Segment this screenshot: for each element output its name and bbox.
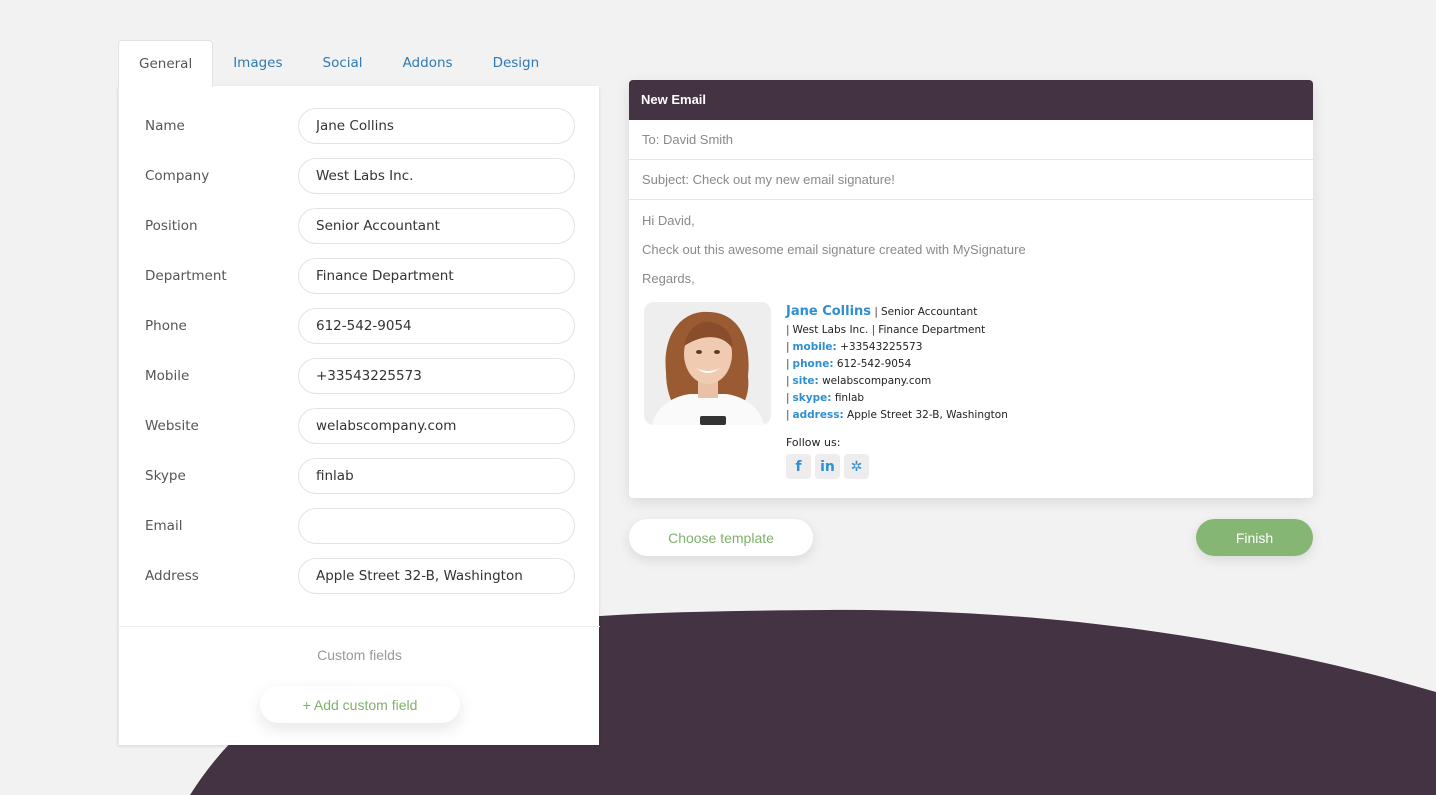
profile-photo-icon <box>644 302 771 425</box>
signature-photo <box>644 302 771 425</box>
skype-value: finlab <box>834 392 865 404</box>
address-key: address: <box>792 409 844 421</box>
phone-input[interactable] <box>298 308 575 344</box>
phone-value: 612-542-9054 <box>836 358 912 370</box>
skype-key: skype: <box>792 392 832 404</box>
company-label: Company <box>145 168 210 184</box>
site-value[interactable]: welabscompany.com <box>822 375 931 387</box>
form-row-website: Website <box>119 408 600 444</box>
form-row-name: Name <box>119 108 600 144</box>
gear-social-icon[interactable]: ✲ <box>844 454 869 479</box>
position-label: Position <box>145 218 198 234</box>
signature-site-line: | site: welabscompany.com <box>786 373 1008 390</box>
tab-images[interactable]: Images <box>213 40 302 86</box>
facebook-icon[interactable]: f <box>786 454 811 479</box>
signature-details: Jane Collins | Senior Accountant | West La… <box>786 302 1008 424</box>
separator: | <box>786 358 790 370</box>
custom-fields-label: Custom fields <box>317 647 402 663</box>
separator: | <box>786 375 790 387</box>
signature-mobile-line: | mobile: +33543225573 <box>786 339 1008 356</box>
signature-company: West Labs Inc. <box>792 324 869 336</box>
signature-phone-line: | phone: 612-542-9054 <box>786 356 1008 373</box>
skype-label: Skype <box>145 468 186 484</box>
mobile-label: Mobile <box>145 368 190 384</box>
website-input[interactable] <box>298 408 575 444</box>
tab-design[interactable]: Design <box>473 40 560 86</box>
form-row-address: Address <box>119 558 600 594</box>
linkedin-icon[interactable]: in <box>815 454 840 479</box>
name-input[interactable] <box>298 108 575 144</box>
position-input[interactable] <box>298 208 575 244</box>
mobile-value: +33543225573 <box>840 341 923 353</box>
email-to: To: David Smith <box>629 120 1313 160</box>
mobile-input[interactable] <box>298 358 575 394</box>
address-value: Apple Street 32-B, Washington <box>847 409 1008 421</box>
signature-company-line: | West Labs Inc. | Finance Department <box>786 322 1008 339</box>
company-input[interactable] <box>298 158 575 194</box>
mobile-key: mobile: <box>792 341 837 353</box>
form-row-position: Position <box>119 208 600 244</box>
signature-name-line: Jane Collins | Senior Accountant <box>786 302 1008 322</box>
name-label: Name <box>145 118 185 134</box>
phone-key: phone: <box>792 358 834 370</box>
skype-input[interactable] <box>298 458 575 494</box>
form-row-mobile: Mobile <box>119 358 600 394</box>
email-preview: New Email To: David Smith Subject: Check… <box>629 80 1313 498</box>
email-signature: Jane Collins | Senior Accountant | West La… <box>644 302 1244 492</box>
form-row-company: Company <box>119 158 600 194</box>
signature-skype-line: | skype: finlab <box>786 390 1008 407</box>
site-key: site: <box>792 375 819 387</box>
separator: | <box>786 392 790 404</box>
tab-social[interactable]: Social <box>303 40 383 86</box>
form-row-department: Department <box>119 258 600 294</box>
tab-addons[interactable]: Addons <box>383 40 473 86</box>
website-label: Website <box>145 418 199 434</box>
form-row-phone: Phone <box>119 308 600 344</box>
tab-bar: General Images Social Addons Design <box>118 40 560 87</box>
email-greeting: Hi David, <box>642 213 695 228</box>
email-subject: Subject: Check out my new email signatur… <box>629 160 1313 200</box>
follow-us-label: Follow us: <box>786 436 841 449</box>
separator: | <box>871 324 876 336</box>
department-label: Department <box>145 268 227 284</box>
email-header-title: New Email <box>629 80 1313 120</box>
email-label: Email <box>145 518 183 534</box>
form-divider <box>119 626 600 627</box>
email-closing: Regards, <box>642 271 695 286</box>
separator: | <box>786 324 790 336</box>
address-label: Address <box>145 568 199 584</box>
add-custom-field-button[interactable]: + Add custom field <box>260 686 460 723</box>
separator: | <box>786 341 790 353</box>
tab-general[interactable]: General <box>118 40 214 87</box>
address-input[interactable] <box>298 558 575 594</box>
signature-department: Finance Department <box>878 324 986 336</box>
finish-button[interactable]: Finish <box>1196 519 1313 556</box>
social-icons: f in ✲ <box>786 454 869 479</box>
signature-name[interactable]: Jane Collins <box>786 304 871 319</box>
email-message: Check out this awesome email signature c… <box>642 242 1026 257</box>
choose-template-button[interactable]: Choose template <box>629 519 813 556</box>
signature-position: Senior Accountant <box>880 306 978 318</box>
form-row-skype: Skype <box>119 458 600 494</box>
general-form-panel: Name Company Position Department Phone M… <box>118 86 600 745</box>
separator: | <box>786 409 790 421</box>
email-input[interactable] <box>298 508 575 544</box>
email-body: Hi David, Check out this awesome email s… <box>629 200 1313 311</box>
form-row-email: Email <box>119 508 600 544</box>
phone-label: Phone <box>145 318 187 334</box>
signature-address-line: | address: Apple Street 32-B, Washington <box>786 407 1008 424</box>
separator: | <box>874 306 878 318</box>
department-input[interactable] <box>298 258 575 294</box>
